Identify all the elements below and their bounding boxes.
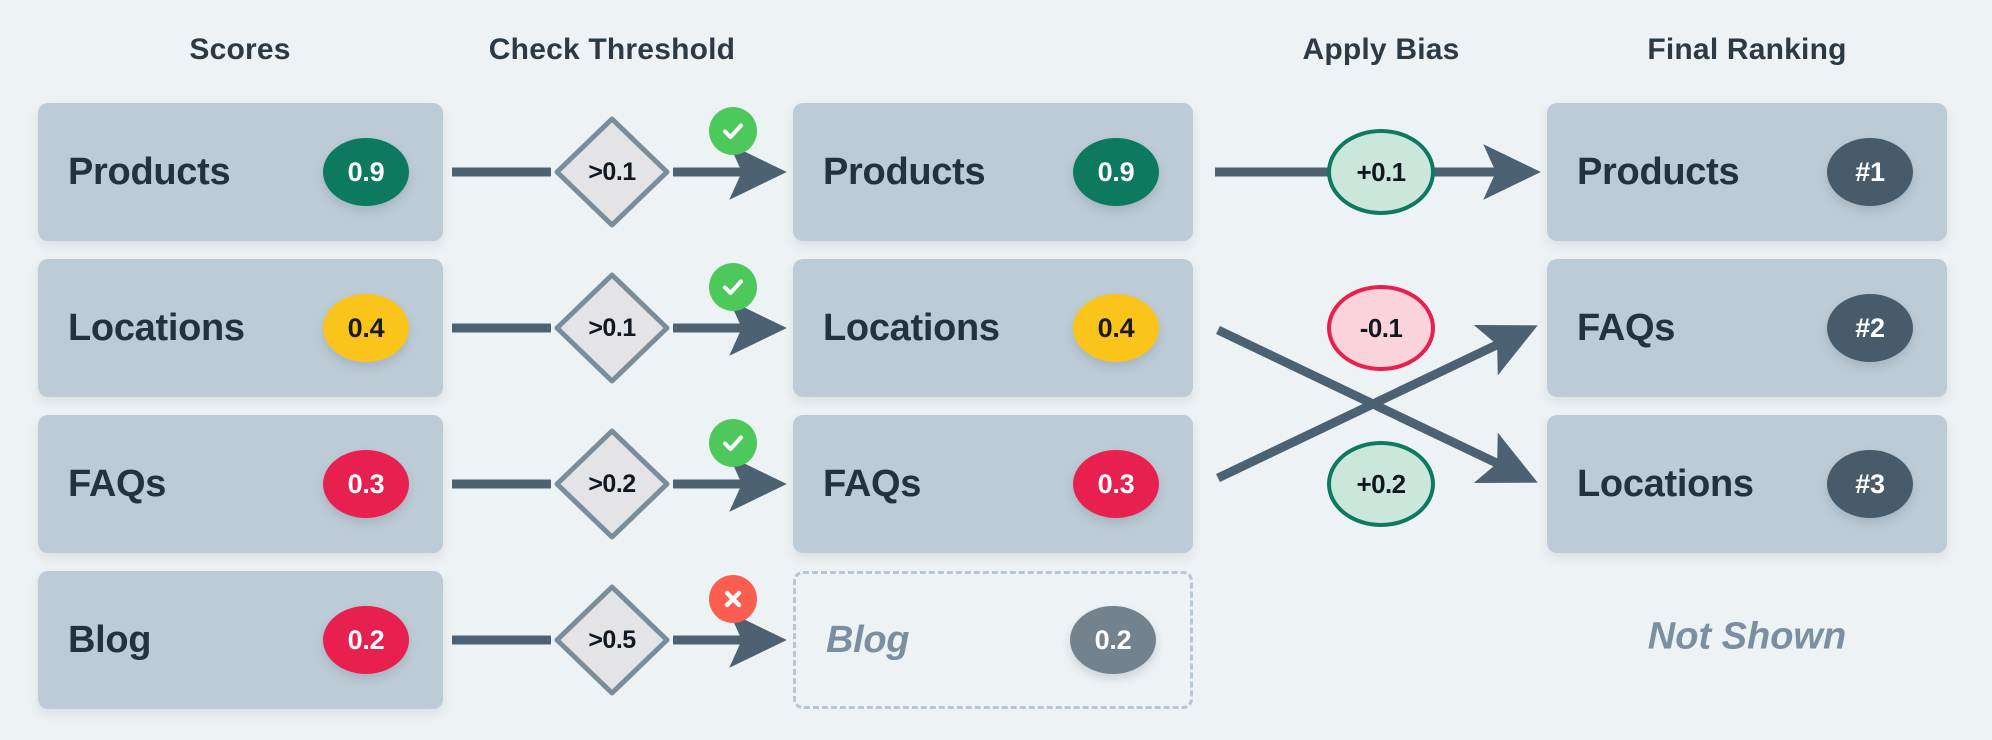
- entity-label: Products: [68, 150, 231, 193]
- threshold-gate-faqs[interactable]: >0.2: [552, 426, 672, 542]
- score-row-blog[interactable]: Blog 0.2: [38, 571, 443, 709]
- score-badge: 0.3: [1073, 450, 1159, 518]
- score-badge: 0.3: [323, 450, 409, 518]
- entity-label: Locations: [1577, 462, 1754, 505]
- final-rank-row-products[interactable]: Products #1: [1547, 103, 1947, 241]
- diagram-canvas: Scores Check Threshold Apply Bias Final …: [0, 0, 1992, 740]
- entity-label: Blog: [68, 618, 152, 661]
- column-header-check-threshold: Check Threshold: [488, 33, 736, 66]
- rank-badge: #3: [1827, 450, 1913, 518]
- entity-label: FAQs: [823, 462, 922, 505]
- threshold-gate-products[interactable]: >0.1: [552, 114, 672, 230]
- column-header-apply-bias: Apply Bias: [1302, 33, 1460, 66]
- score-badge: 0.9: [1073, 138, 1159, 206]
- passed-row-faqs[interactable]: FAQs 0.3: [793, 415, 1193, 553]
- score-badge: 0.4: [323, 294, 409, 362]
- diamond-shape: [554, 272, 670, 384]
- entity-label: FAQs: [68, 462, 167, 505]
- check-icon: [709, 419, 757, 467]
- entity-label: Locations: [823, 306, 1000, 349]
- check-icon: [709, 107, 757, 155]
- entity-label: Blog: [826, 618, 910, 661]
- column-header-final-ranking: Final Ranking: [1647, 33, 1847, 66]
- column-header-scores: Scores: [189, 33, 291, 66]
- check-icon: [709, 263, 757, 311]
- passed-row-products[interactable]: Products 0.9: [793, 103, 1193, 241]
- not-shown-label: Not Shown: [1647, 615, 1847, 658]
- diamond-shape: [554, 428, 670, 540]
- cross-icon: [709, 575, 757, 623]
- bias-adjustment-faqs[interactable]: +0.2: [1327, 441, 1435, 527]
- entity-label: FAQs: [1577, 306, 1676, 349]
- final-rank-row-locations[interactable]: Locations #3: [1547, 415, 1947, 553]
- threshold-gate-blog[interactable]: >0.5: [552, 582, 672, 698]
- score-row-faqs[interactable]: FAQs 0.3: [38, 415, 443, 553]
- diamond-shape: [554, 116, 670, 228]
- dropped-row-blog[interactable]: Blog 0.2: [793, 571, 1193, 709]
- entity-label: Locations: [68, 306, 245, 349]
- diamond-shape: [554, 584, 670, 696]
- rank-badge: #1: [1827, 138, 1913, 206]
- entity-label: Products: [1577, 150, 1740, 193]
- passed-row-locations[interactable]: Locations 0.4: [793, 259, 1193, 397]
- score-badge: 0.2: [1070, 606, 1156, 674]
- score-badge: 0.9: [323, 138, 409, 206]
- rank-badge: #2: [1827, 294, 1913, 362]
- bias-adjustment-products[interactable]: +0.1: [1327, 129, 1435, 215]
- score-badge: 0.2: [323, 606, 409, 674]
- score-row-products[interactable]: Products 0.9: [38, 103, 443, 241]
- final-rank-row-faqs[interactable]: FAQs #2: [1547, 259, 1947, 397]
- score-badge: 0.4: [1073, 294, 1159, 362]
- bias-adjustment-locations[interactable]: -0.1: [1327, 285, 1435, 371]
- threshold-gate-locations[interactable]: >0.1: [552, 270, 672, 386]
- score-row-locations[interactable]: Locations 0.4: [38, 259, 443, 397]
- entity-label: Products: [823, 150, 986, 193]
